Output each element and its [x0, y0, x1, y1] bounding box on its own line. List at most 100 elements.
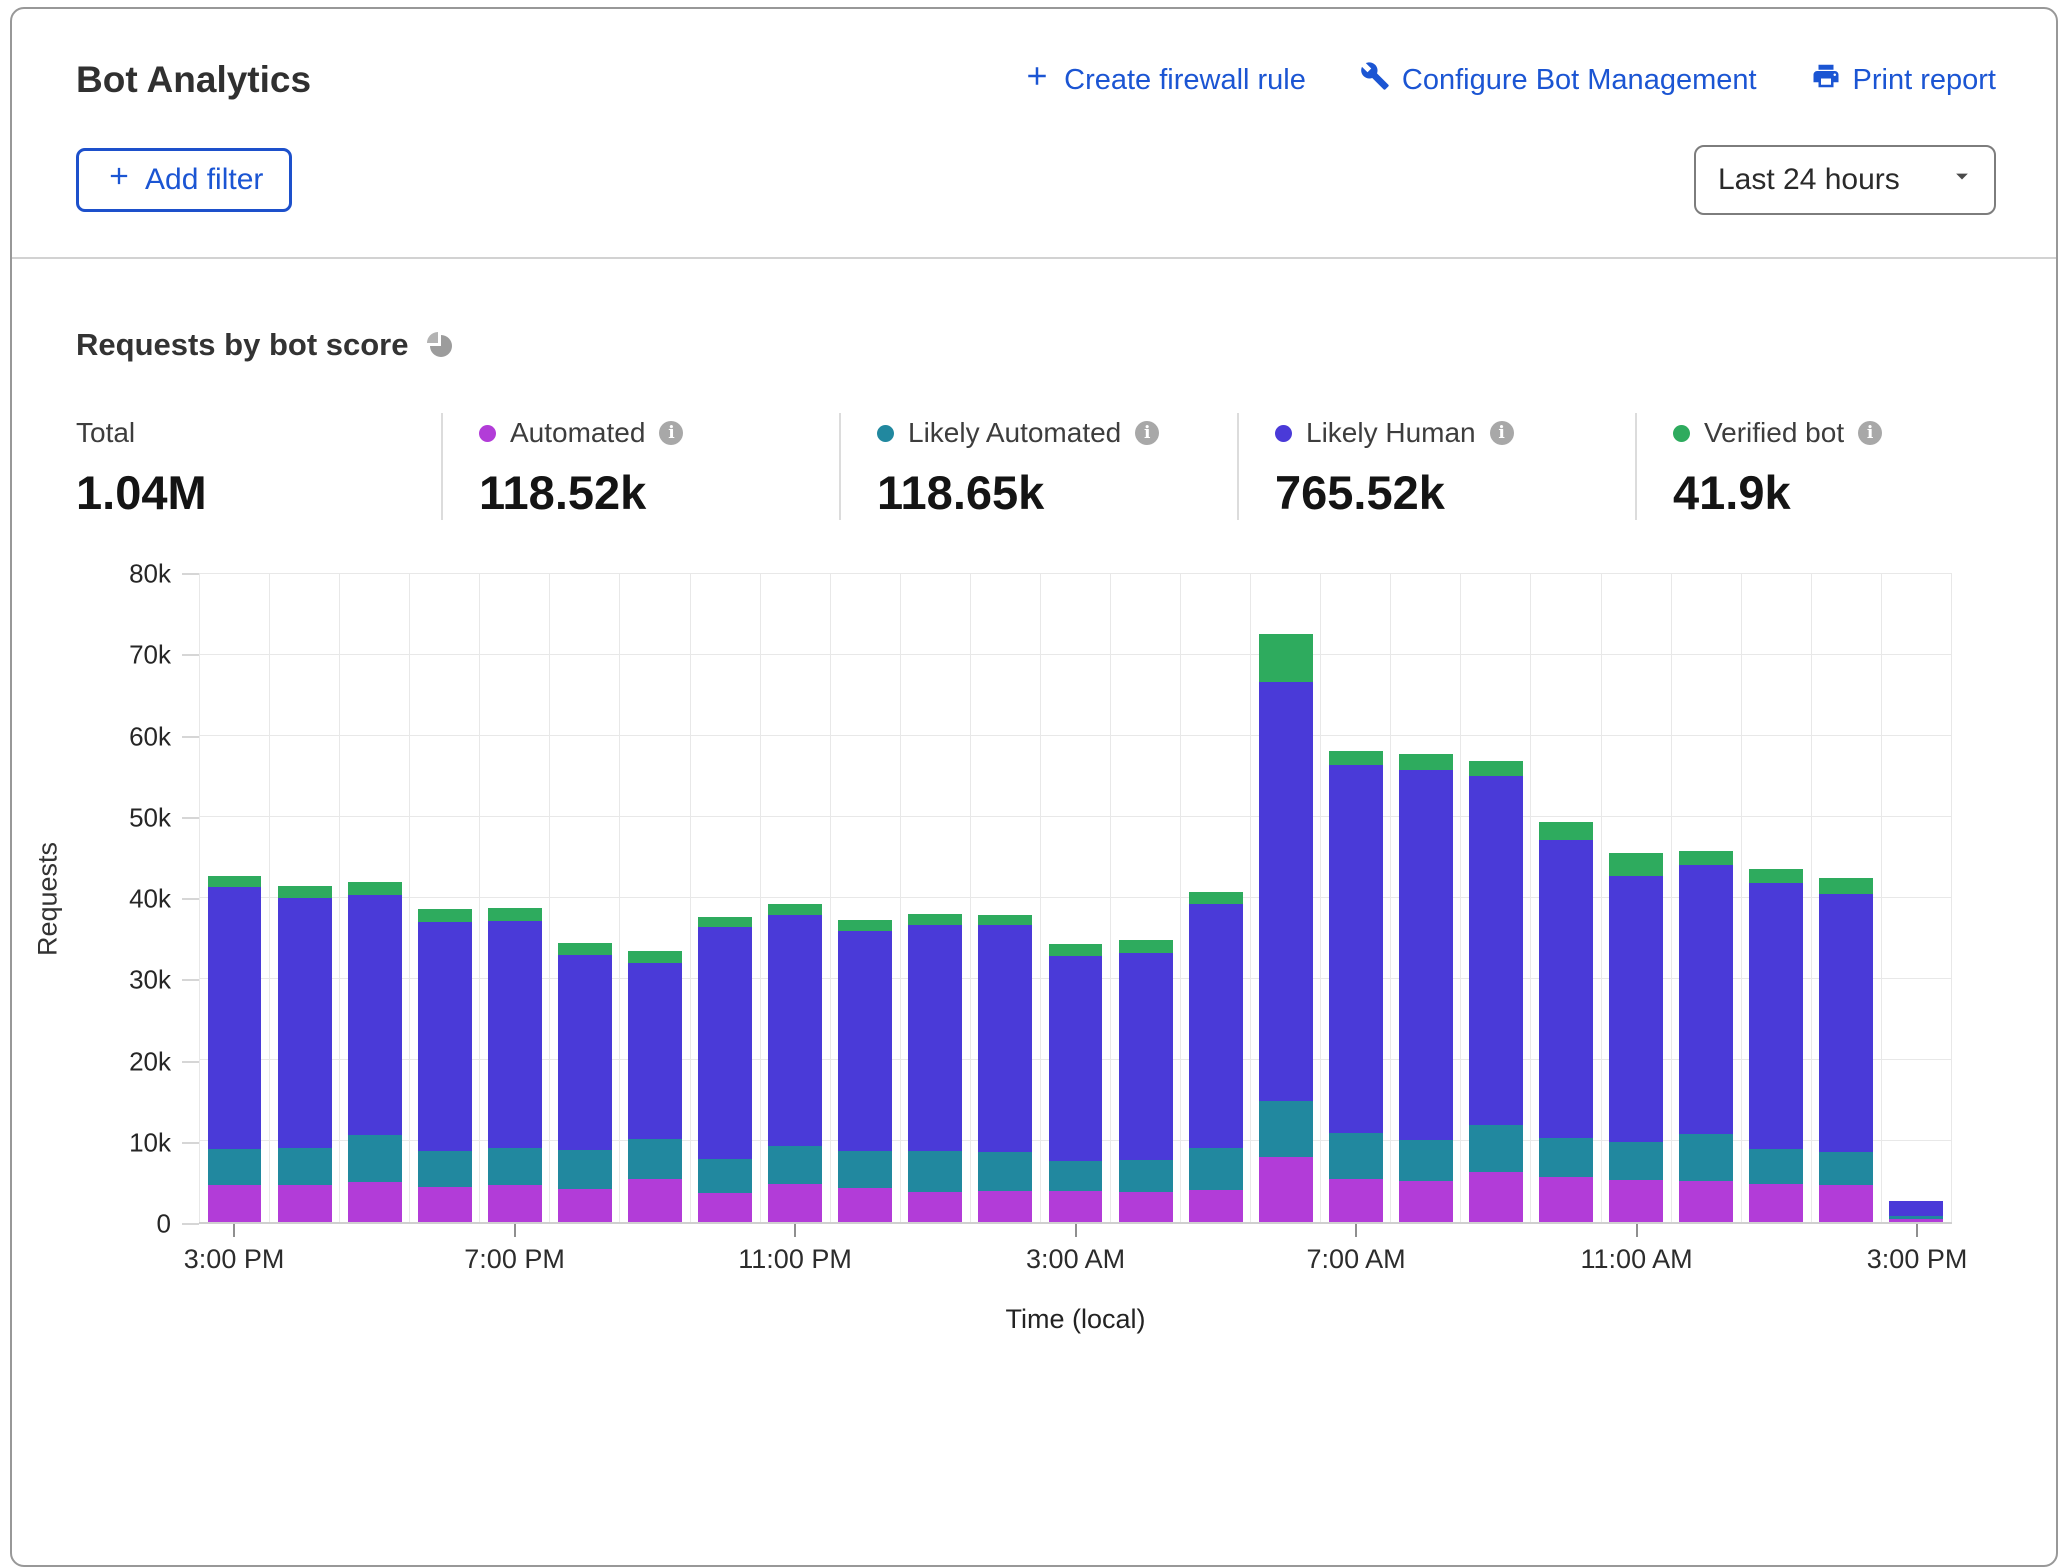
bar-segment	[1679, 865, 1733, 1135]
y-tick-mark	[182, 1061, 199, 1063]
print-report-label: Print report	[1853, 64, 1996, 97]
bar-segment	[908, 925, 962, 1152]
bar-segment	[278, 1148, 332, 1185]
stacked-bar	[488, 908, 542, 1222]
bar-segment	[558, 1189, 612, 1222]
x-tick-mark	[794, 1224, 796, 1237]
bar-segment	[1049, 1161, 1103, 1191]
bar-segment	[768, 915, 822, 1147]
y-tick-label: 0	[157, 1209, 171, 1240]
bar-slot	[1390, 574, 1460, 1222]
plus-icon	[1022, 61, 1052, 99]
stacked-bar	[1119, 940, 1173, 1222]
bar-segment	[1609, 876, 1663, 1142]
stacked-bar	[1469, 761, 1523, 1222]
info-icon[interactable]: i	[1135, 421, 1159, 445]
add-filter-label: Add filter	[145, 163, 263, 197]
bar-segment	[1049, 956, 1103, 1161]
bar-segment	[488, 908, 542, 921]
stat-likely-automated: Likely Automated i 118.65k	[839, 413, 1237, 520]
configure-bot-management-label: Configure Bot Management	[1402, 64, 1757, 97]
verified-bot-dot	[1673, 425, 1690, 442]
bar-segment	[1539, 1177, 1593, 1222]
info-icon[interactable]: i	[659, 421, 683, 445]
bar-segment	[558, 955, 612, 1150]
bar-segment	[558, 1150, 612, 1189]
stat-likely-automated-label: Likely Automated	[908, 417, 1121, 449]
bar-segment	[1749, 883, 1803, 1149]
bar-segment	[278, 886, 332, 897]
x-slot	[830, 1224, 900, 1302]
bar-segment	[1399, 770, 1453, 1140]
bar-segment	[1819, 894, 1873, 1152]
bar-segment	[1819, 878, 1873, 893]
y-tick-mark	[182, 1223, 199, 1225]
create-firewall-rule-link[interactable]: Create firewall rule	[1022, 61, 1306, 99]
stacked-bar	[1749, 869, 1803, 1222]
requests-chart: Requests 010k20k30k40k50k60k70k80k 3:00 …	[12, 574, 2056, 1335]
bar-segment	[488, 1148, 542, 1185]
chevron-down-icon	[1948, 162, 1976, 198]
bar-segment	[1889, 1201, 1943, 1215]
print-report-link[interactable]: Print report	[1811, 61, 1996, 99]
stats-row: Total 1.04M Automated i 118.52k Likely A…	[76, 413, 2056, 520]
configure-bot-management-link[interactable]: Configure Bot Management	[1360, 61, 1757, 99]
bar-segment	[698, 927, 752, 1159]
bar-segment	[838, 1151, 892, 1188]
stacked-bar	[768, 904, 822, 1222]
bar-segment	[698, 1159, 752, 1193]
stacked-bar	[1049, 944, 1103, 1222]
stacked-bar	[908, 914, 962, 1222]
y-tick-label: 80k	[129, 559, 171, 590]
add-filter-button[interactable]: Add filter	[76, 148, 292, 212]
bar-segment	[978, 1152, 1032, 1191]
bar-slot	[1040, 574, 1110, 1222]
bar-segment	[418, 1151, 472, 1188]
y-tick-label: 50k	[129, 802, 171, 833]
likely-human-dot	[1275, 425, 1292, 442]
bar-segment	[488, 921, 542, 1149]
stat-total-value: 1.04M	[76, 465, 441, 520]
x-tick-mark	[1636, 1224, 1638, 1237]
y-tick-label: 30k	[129, 965, 171, 996]
time-range-value: Last 24 hours	[1718, 163, 1900, 197]
x-tick-mark	[233, 1224, 235, 1237]
bar-segment	[628, 951, 682, 962]
y-tick-mark	[182, 1142, 199, 1144]
bar-segment	[1259, 1157, 1313, 1222]
bar-segment	[348, 1182, 402, 1222]
x-slot	[550, 1224, 620, 1302]
bar-segment	[838, 1188, 892, 1222]
bar-slot	[339, 574, 409, 1222]
info-icon[interactable]: i	[1490, 421, 1514, 445]
y-tick-label: 70k	[129, 640, 171, 671]
x-slot: 3:00 PM	[1882, 1224, 1952, 1302]
header-actions: Create firewall rule Configure Bot Manag…	[1022, 61, 1996, 99]
stat-likely-automated-value: 118.65k	[877, 465, 1237, 520]
bar-segment	[698, 917, 752, 927]
stacked-bar	[1819, 878, 1873, 1222]
y-tick-label: 20k	[129, 1046, 171, 1077]
bar-segment	[208, 887, 262, 1149]
time-range-select[interactable]: Last 24 hours	[1694, 145, 1996, 215]
bar-segment	[1259, 682, 1313, 1101]
likely-automated-dot	[877, 425, 894, 442]
printer-icon	[1811, 61, 1841, 99]
stacked-bar	[1539, 822, 1593, 1222]
x-slot: 3:00 PM	[199, 1224, 269, 1302]
y-tick-mark	[182, 573, 199, 575]
bar-slot	[900, 574, 970, 1222]
y-tick-mark	[182, 979, 199, 981]
info-icon[interactable]: i	[1858, 421, 1882, 445]
x-slot	[1742, 1224, 1812, 1302]
bar-segment	[1119, 1160, 1173, 1192]
bar-segment	[1399, 1140, 1453, 1181]
bar-segment	[908, 1192, 962, 1222]
bar-segment	[1749, 1184, 1803, 1222]
create-firewall-rule-label: Create firewall rule	[1064, 64, 1306, 97]
bar-segment	[418, 922, 472, 1150]
x-slot	[1181, 1224, 1251, 1302]
pie-chart-icon	[426, 331, 454, 359]
bar-segment	[768, 1184, 822, 1222]
x-slot	[269, 1224, 339, 1302]
